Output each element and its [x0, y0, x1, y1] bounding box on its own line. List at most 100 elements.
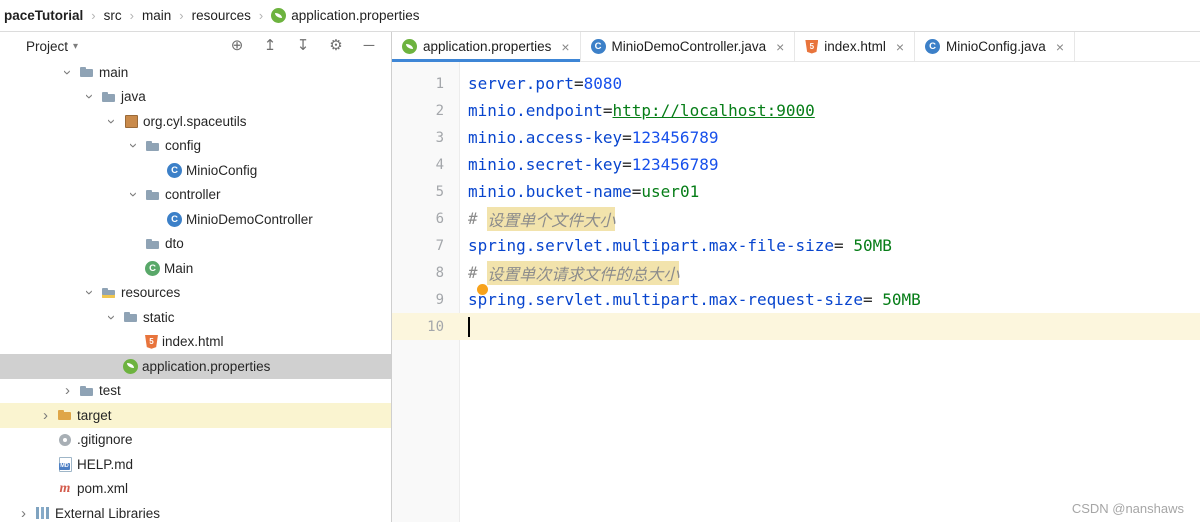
breadcrumb-separator: › [253, 8, 269, 23]
code-token: 设置单次请求文件的总大小 [487, 261, 679, 285]
tab-label: MinioDemoController.java [612, 39, 767, 54]
project-panel-title[interactable]: Project ▾ [26, 39, 78, 54]
tree-item-controller[interactable]: ›controller [0, 183, 391, 208]
tree-item-org-cyl-spaceutils[interactable]: ›org.cyl.spaceutils [0, 109, 391, 134]
code-line-4[interactable]: 4minio.secret-key=123456789 [392, 151, 1200, 178]
libraries-icon [35, 505, 51, 521]
code-token: spring.servlet.multipart.max-file-size [468, 236, 834, 255]
breadcrumb-item-label: src [104, 8, 122, 23]
chevron-expanded-icon[interactable]: › [126, 187, 141, 202]
settings-gear-icon[interactable]: ⚙ [328, 38, 344, 54]
line-text: spring.servlet.multipart.max-file-size= … [460, 236, 892, 255]
chevron-collapsed-icon[interactable]: › [16, 506, 31, 521]
chevron-collapsed-icon[interactable]: › [60, 383, 75, 398]
tree-item-dto[interactable]: dto [0, 232, 391, 257]
chevron-collapsed-icon[interactable]: › [38, 408, 53, 423]
tree-item-pom-xml[interactable]: pom.xml [0, 477, 391, 502]
tree-item-resources[interactable]: › resources [0, 281, 391, 306]
html-icon [805, 40, 818, 54]
chevron-expanded-icon[interactable]: › [104, 114, 119, 129]
project-tree: ›main›java›org.cyl.spaceutils›configMini… [0, 60, 391, 522]
tab-label: application.properties [423, 39, 551, 54]
breadcrumb-item-pacetutorial[interactable]: paceTutorial [2, 8, 85, 23]
class-icon [167, 163, 182, 178]
line-number: 1 [392, 76, 460, 92]
tree-item-config[interactable]: ›config [0, 134, 391, 159]
chevron-expanded-icon[interactable]: › [126, 138, 141, 153]
tree-item-label: HELP.md [77, 457, 133, 472]
tree-item-java[interactable]: ›java [0, 85, 391, 110]
tree-item-gitignore[interactable]: .gitignore [0, 428, 391, 453]
line-number: 7 [392, 238, 460, 254]
tree-item-miniodemocontroller[interactable]: MinioDemoController [0, 207, 391, 232]
breadcrumb-item-application-properties[interactable]: application.properties [269, 8, 421, 23]
line-text: spring.servlet.multipart.max-request-siz… [460, 290, 921, 309]
tree-item-label: External Libraries [55, 506, 160, 521]
close-icon[interactable]: × [776, 39, 784, 55]
tree-item-index-html[interactable]: index.html [0, 330, 391, 355]
editor-body[interactable]: 1server.port=80802minio.endpoint=http://… [392, 62, 1200, 522]
tree-item-label: Main [164, 261, 193, 276]
code-line-3[interactable]: 3minio.access-key=123456789 [392, 124, 1200, 151]
tree-item-main[interactable]: Main [0, 256, 391, 281]
breadcrumb-item-label: main [142, 8, 171, 23]
folder-icon [79, 383, 95, 399]
tree-item-main[interactable]: ›main [0, 60, 391, 85]
tree-item-label: resources [121, 285, 180, 300]
expand-all-icon[interactable]: ↥ [262, 38, 278, 54]
tree-item-target[interactable]: ›target [0, 403, 391, 428]
code-line-6[interactable]: 6# 设置单个文件大小 [392, 205, 1200, 232]
code-line-5[interactable]: 5minio.bucket-name=user01 [392, 178, 1200, 205]
tab-miniodemocontroller-java[interactable]: MinioDemoController.java × [581, 32, 796, 61]
breadcrumb-item-src[interactable]: src [102, 8, 124, 23]
code-line-7[interactable]: 7spring.servlet.multipart.max-file-size=… [392, 232, 1200, 259]
close-icon[interactable]: × [561, 39, 569, 55]
code-line-8[interactable]: 8# 设置单次请求文件的总大小 [392, 259, 1200, 286]
folder-icon [79, 64, 95, 80]
tree-item-minioconfig[interactable]: MinioConfig [0, 158, 391, 183]
class-main-icon [145, 261, 160, 276]
breadcrumb-item-label: application.properties [291, 8, 419, 23]
tree-item-static[interactable]: ›static [0, 305, 391, 330]
breadcrumb-item-main[interactable]: main [140, 8, 173, 23]
editor-pane: application.properties×MinioDemoControll… [392, 32, 1200, 522]
code-line-1[interactable]: 1server.port=8080 [392, 70, 1200, 97]
breadcrumb-bar: paceTutorial›src›main›resources›applicat… [0, 0, 1200, 32]
tab-index-html[interactable]: index.html× [795, 32, 915, 61]
code-token: # [468, 209, 487, 228]
chevron-expanded-icon[interactable]: › [60, 65, 75, 80]
line-text: minio.bucket-name=user01 [460, 182, 699, 201]
close-icon[interactable]: × [1056, 39, 1064, 55]
main-layout: Project ▾ ⊕ ↥ ↧ ⚙ ─ ›main›java›org.cyl.space… [0, 32, 1200, 522]
properties-icon [402, 39, 417, 54]
tree-item-external-libraries[interactable]: › External Libraries [0, 501, 391, 522]
code-token: http://localhost:9000 [613, 101, 815, 120]
line-text: # 设置单个文件大小 [460, 207, 615, 231]
chevron-down-icon: ▾ [73, 41, 78, 52]
close-icon[interactable]: × [896, 39, 904, 55]
breadcrumb-item-label: paceTutorial [4, 8, 83, 23]
class-icon [167, 212, 182, 227]
tree-item-application-properties[interactable]: application.properties [0, 354, 391, 379]
code-token: 8080 [584, 74, 623, 93]
chevron-expanded-icon[interactable]: › [82, 285, 97, 300]
chevron-expanded-icon[interactable]: › [104, 310, 119, 325]
tree-item-help-md[interactable]: HELP.md [0, 452, 391, 477]
code-line-9[interactable]: 9spring.servlet.multipart.max-request-si… [392, 286, 1200, 313]
hide-panel-icon[interactable]: ─ [361, 38, 377, 54]
line-text: # 设置单次请求文件的总大小 [460, 261, 679, 285]
collapse-all-icon[interactable]: ↧ [295, 38, 311, 54]
class-icon [591, 39, 606, 54]
tab-minioconfig-java[interactable]: MinioConfig.java× [915, 32, 1075, 61]
code-token: 50MB [882, 290, 921, 309]
breadcrumb-item-label: resources [192, 8, 251, 23]
breadcrumb-item-resources[interactable]: resources [190, 8, 253, 23]
tree-item-label: application.properties [142, 359, 270, 374]
code-line-2[interactable]: 2minio.endpoint=http://localhost:9000 [392, 97, 1200, 124]
chevron-expanded-icon[interactable]: › [82, 89, 97, 104]
tab-application-properties[interactable]: application.properties × [392, 32, 581, 61]
tree-item-test[interactable]: ›test [0, 379, 391, 404]
line-number: 6 [392, 211, 460, 227]
locate-file-icon[interactable]: ⊕ [229, 38, 245, 54]
code-line-10[interactable]: 10 [392, 313, 1200, 340]
